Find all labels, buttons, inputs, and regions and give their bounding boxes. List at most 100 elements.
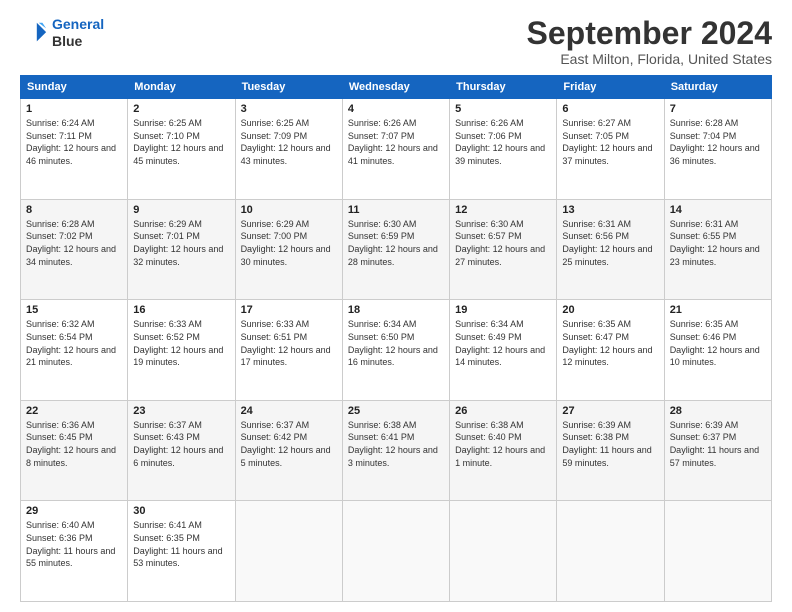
day-header-thursday: Thursday — [450, 76, 557, 99]
day-header-wednesday: Wednesday — [342, 76, 449, 99]
day-number: 16 — [133, 304, 229, 316]
calendar-cell: 7 Sunrise: 6:28 AM Sunset: 7:04 PM Dayli… — [664, 99, 771, 200]
day-detail: Sunrise: 6:35 AM Sunset: 6:47 PM Dayligh… — [562, 318, 658, 368]
day-number: 15 — [26, 304, 122, 316]
day-number: 14 — [670, 204, 766, 216]
calendar-cell: 25 Sunrise: 6:38 AM Sunset: 6:41 PM Dayl… — [342, 400, 449, 501]
day-detail: Sunrise: 6:37 AM Sunset: 6:42 PM Dayligh… — [241, 419, 337, 469]
day-number: 10 — [241, 204, 337, 216]
day-detail: Sunrise: 6:40 AM Sunset: 6:36 PM Dayligh… — [26, 519, 122, 569]
day-detail: Sunrise: 6:30 AM Sunset: 6:59 PM Dayligh… — [348, 218, 444, 268]
day-number: 26 — [455, 405, 551, 417]
day-detail: Sunrise: 6:27 AM Sunset: 7:05 PM Dayligh… — [562, 117, 658, 167]
day-number: 12 — [455, 204, 551, 216]
day-number: 5 — [455, 103, 551, 115]
day-number: 28 — [670, 405, 766, 417]
header: General Blue September 2024 East Milton,… — [20, 16, 772, 67]
calendar-week-5: 29 Sunrise: 6:40 AM Sunset: 6:36 PM Dayl… — [21, 501, 772, 602]
day-header-monday: Monday — [128, 76, 235, 99]
day-number: 13 — [562, 204, 658, 216]
day-number: 11 — [348, 204, 444, 216]
day-detail: Sunrise: 6:39 AM Sunset: 6:38 PM Dayligh… — [562, 419, 658, 469]
logo-line1: General — [52, 16, 104, 32]
day-number: 17 — [241, 304, 337, 316]
calendar-cell: 11 Sunrise: 6:30 AM Sunset: 6:59 PM Dayl… — [342, 199, 449, 300]
logo-icon — [20, 19, 48, 47]
day-header-sunday: Sunday — [21, 76, 128, 99]
calendar-cell — [557, 501, 664, 602]
day-detail: Sunrise: 6:25 AM Sunset: 7:10 PM Dayligh… — [133, 117, 229, 167]
subtitle: East Milton, Florida, United States — [527, 51, 772, 67]
calendar-cell: 26 Sunrise: 6:38 AM Sunset: 6:40 PM Dayl… — [450, 400, 557, 501]
day-header-tuesday: Tuesday — [235, 76, 342, 99]
calendar-cell: 17 Sunrise: 6:33 AM Sunset: 6:51 PM Dayl… — [235, 300, 342, 401]
calendar-cell: 6 Sunrise: 6:27 AM Sunset: 7:05 PM Dayli… — [557, 99, 664, 200]
day-detail: Sunrise: 6:39 AM Sunset: 6:37 PM Dayligh… — [670, 419, 766, 469]
day-number: 22 — [26, 405, 122, 417]
day-number: 8 — [26, 204, 122, 216]
day-detail: Sunrise: 6:34 AM Sunset: 6:50 PM Dayligh… — [348, 318, 444, 368]
calendar-week-2: 8 Sunrise: 6:28 AM Sunset: 7:02 PM Dayli… — [21, 199, 772, 300]
calendar-cell: 21 Sunrise: 6:35 AM Sunset: 6:46 PM Dayl… — [664, 300, 771, 401]
day-number: 30 — [133, 505, 229, 517]
page: General Blue September 2024 East Milton,… — [0, 0, 792, 612]
day-detail: Sunrise: 6:32 AM Sunset: 6:54 PM Dayligh… — [26, 318, 122, 368]
calendar-cell: 13 Sunrise: 6:31 AM Sunset: 6:56 PM Dayl… — [557, 199, 664, 300]
logo-line2: Blue — [52, 33, 104, 50]
calendar-cell — [342, 501, 449, 602]
calendar-cell: 4 Sunrise: 6:26 AM Sunset: 7:07 PM Dayli… — [342, 99, 449, 200]
title-block: September 2024 East Milton, Florida, Uni… — [527, 16, 772, 67]
calendar-cell: 20 Sunrise: 6:35 AM Sunset: 6:47 PM Dayl… — [557, 300, 664, 401]
day-number: 19 — [455, 304, 551, 316]
calendar: SundayMondayTuesdayWednesdayThursdayFrid… — [20, 75, 772, 602]
day-number: 29 — [26, 505, 122, 517]
calendar-cell: 27 Sunrise: 6:39 AM Sunset: 6:38 PM Dayl… — [557, 400, 664, 501]
day-detail: Sunrise: 6:37 AM Sunset: 6:43 PM Dayligh… — [133, 419, 229, 469]
day-number: 2 — [133, 103, 229, 115]
day-detail: Sunrise: 6:41 AM Sunset: 6:35 PM Dayligh… — [133, 519, 229, 569]
calendar-cell: 24 Sunrise: 6:37 AM Sunset: 6:42 PM Dayl… — [235, 400, 342, 501]
calendar-cell: 5 Sunrise: 6:26 AM Sunset: 7:06 PM Dayli… — [450, 99, 557, 200]
calendar-cell: 29 Sunrise: 6:40 AM Sunset: 6:36 PM Dayl… — [21, 501, 128, 602]
calendar-cell: 19 Sunrise: 6:34 AM Sunset: 6:49 PM Dayl… — [450, 300, 557, 401]
calendar-cell — [235, 501, 342, 602]
calendar-cell: 23 Sunrise: 6:37 AM Sunset: 6:43 PM Dayl… — [128, 400, 235, 501]
day-number: 3 — [241, 103, 337, 115]
day-number: 9 — [133, 204, 229, 216]
calendar-week-3: 15 Sunrise: 6:32 AM Sunset: 6:54 PM Dayl… — [21, 300, 772, 401]
calendar-cell: 14 Sunrise: 6:31 AM Sunset: 6:55 PM Dayl… — [664, 199, 771, 300]
logo: General Blue — [20, 16, 104, 50]
day-detail: Sunrise: 6:24 AM Sunset: 7:11 PM Dayligh… — [26, 117, 122, 167]
day-detail: Sunrise: 6:38 AM Sunset: 6:40 PM Dayligh… — [455, 419, 551, 469]
calendar-cell — [450, 501, 557, 602]
calendar-cell: 22 Sunrise: 6:36 AM Sunset: 6:45 PM Dayl… — [21, 400, 128, 501]
calendar-header-row: SundayMondayTuesdayWednesdayThursdayFrid… — [21, 76, 772, 99]
calendar-cell — [664, 501, 771, 602]
day-detail: Sunrise: 6:31 AM Sunset: 6:56 PM Dayligh… — [562, 218, 658, 268]
day-number: 1 — [26, 103, 122, 115]
calendar-cell: 30 Sunrise: 6:41 AM Sunset: 6:35 PM Dayl… — [128, 501, 235, 602]
day-detail: Sunrise: 6:35 AM Sunset: 6:46 PM Dayligh… — [670, 318, 766, 368]
calendar-week-1: 1 Sunrise: 6:24 AM Sunset: 7:11 PM Dayli… — [21, 99, 772, 200]
day-number: 6 — [562, 103, 658, 115]
day-detail: Sunrise: 6:36 AM Sunset: 6:45 PM Dayligh… — [26, 419, 122, 469]
calendar-cell: 10 Sunrise: 6:29 AM Sunset: 7:00 PM Dayl… — [235, 199, 342, 300]
day-detail: Sunrise: 6:31 AM Sunset: 6:55 PM Dayligh… — [670, 218, 766, 268]
calendar-cell: 16 Sunrise: 6:33 AM Sunset: 6:52 PM Dayl… — [128, 300, 235, 401]
calendar-cell: 28 Sunrise: 6:39 AM Sunset: 6:37 PM Dayl… — [664, 400, 771, 501]
calendar-cell: 18 Sunrise: 6:34 AM Sunset: 6:50 PM Dayl… — [342, 300, 449, 401]
day-number: 20 — [562, 304, 658, 316]
day-number: 23 — [133, 405, 229, 417]
day-number: 18 — [348, 304, 444, 316]
day-detail: Sunrise: 6:26 AM Sunset: 7:06 PM Dayligh… — [455, 117, 551, 167]
logo-text: General Blue — [52, 16, 104, 50]
calendar-cell: 1 Sunrise: 6:24 AM Sunset: 7:11 PM Dayli… — [21, 99, 128, 200]
main-title: September 2024 — [527, 16, 772, 51]
calendar-cell: 8 Sunrise: 6:28 AM Sunset: 7:02 PM Dayli… — [21, 199, 128, 300]
day-number: 25 — [348, 405, 444, 417]
calendar-cell: 9 Sunrise: 6:29 AM Sunset: 7:01 PM Dayli… — [128, 199, 235, 300]
day-detail: Sunrise: 6:29 AM Sunset: 7:00 PM Dayligh… — [241, 218, 337, 268]
day-header-saturday: Saturday — [664, 76, 771, 99]
day-header-friday: Friday — [557, 76, 664, 99]
day-number: 4 — [348, 103, 444, 115]
